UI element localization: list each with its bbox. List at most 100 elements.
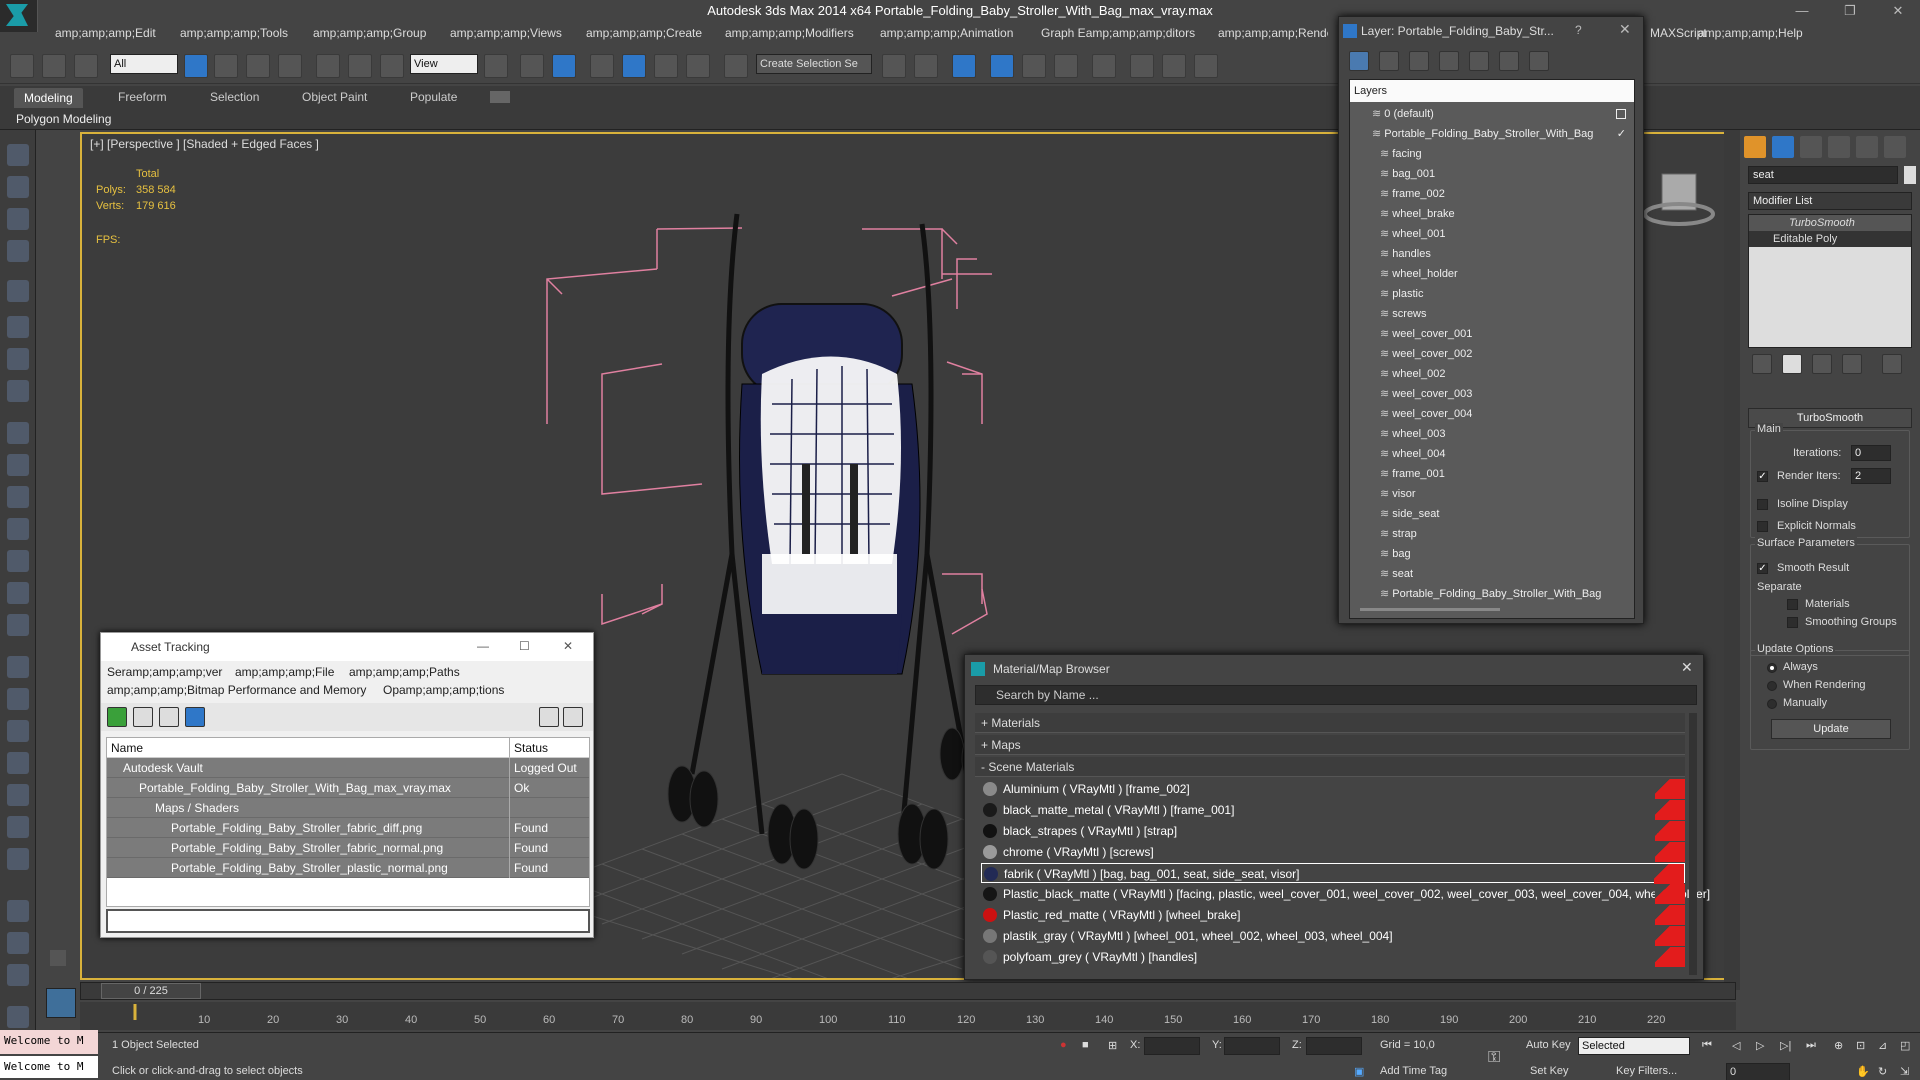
- layer-row[interactable]: ≋ wheel_003: [1350, 424, 1634, 444]
- material-row[interactable]: Plastic_black_matte ( VRayMtl ) [facing,…: [981, 884, 1710, 904]
- torus-icon[interactable]: [7, 486, 29, 508]
- graphite-toolbar-icon[interactable]: [1022, 54, 1046, 78]
- tab-modeling[interactable]: Modeling: [14, 88, 83, 108]
- pin-stack-icon[interactable]: [1752, 354, 1772, 374]
- select-object-icon[interactable]: [184, 54, 208, 78]
- unlink-icon[interactable]: [42, 54, 66, 78]
- render-setup-icon[interactable]: [1162, 54, 1186, 78]
- add-to-layer-icon[interactable]: [1409, 51, 1429, 71]
- update-always-radio[interactable]: [1767, 663, 1777, 673]
- layer-row[interactable]: ≋ strap: [1350, 524, 1634, 544]
- material-editor-icon[interactable]: [1130, 54, 1154, 78]
- material-row[interactable]: plastik_gray ( VRayMtl ) [wheel_001, whe…: [981, 926, 1685, 946]
- document-icon[interactable]: [7, 1006, 29, 1028]
- pan-icon[interactable]: ✋: [1856, 1065, 1870, 1078]
- add-time-tag[interactable]: Add Time Tag: [1380, 1065, 1447, 1077]
- previous-frame-icon[interactable]: ◁: [1732, 1039, 1740, 1052]
- keyboard-shortcut-override-icon[interactable]: [552, 54, 576, 78]
- explicit-normals-checkbox[interactable]: [1757, 521, 1768, 532]
- layer-row[interactable]: ≋ visor: [1350, 484, 1634, 504]
- rotate-icon[interactable]: [348, 54, 372, 78]
- asset-minimize-icon[interactable]: —: [477, 639, 489, 653]
- layer-row[interactable]: ≋ side_seat: [1350, 504, 1634, 524]
- menu-create[interactable]: amp;amp;amp;Create: [586, 26, 702, 40]
- menu-group[interactable]: amp;amp;amp;Group: [313, 26, 426, 40]
- y-coordinate-input[interactable]: [1224, 1037, 1280, 1055]
- sphere-yellow-icon[interactable]: [7, 614, 29, 636]
- layer-row[interactable]: ≋ frame_001: [1350, 464, 1634, 484]
- material-row[interactable]: Plastic_red_matte ( VRayMtl ) [wheel_bra…: [981, 905, 1685, 925]
- separate-smoothing-groups-checkbox[interactable]: [1787, 617, 1798, 628]
- next-frame-icon[interactable]: ▷|: [1780, 1039, 1791, 1052]
- freeze-all-layers-icon[interactable]: [1529, 51, 1549, 71]
- layer-row[interactable]: ≋ wheel_brake: [1350, 204, 1634, 224]
- asset-path-field[interactable]: [106, 909, 590, 933]
- box-icon[interactable]: [7, 422, 29, 444]
- table-view-icon[interactable]: [185, 707, 205, 727]
- show-end-result-icon[interactable]: [1782, 354, 1802, 374]
- plant-icon[interactable]: [7, 784, 29, 806]
- app-logo-icon[interactable]: [0, 0, 38, 32]
- isolate-icon[interactable]: ●: [1060, 1039, 1067, 1051]
- zoom-icon[interactable]: ⊕: [1834, 1039, 1843, 1052]
- camera-icon[interactable]: [7, 176, 29, 198]
- ribbon-options-icon[interactable]: [490, 91, 510, 103]
- asset-col-status[interactable]: Status: [509, 738, 589, 758]
- material-row[interactable]: chrome ( VRayMtl ) [screws]: [981, 842, 1685, 862]
- layers-column-header[interactable]: Layers: [1350, 80, 1634, 102]
- remove-modifier-icon[interactable]: [1842, 354, 1862, 374]
- maps-section[interactable]: + Maps: [975, 735, 1685, 755]
- layer-row[interactable]: ≋ facing: [1350, 144, 1634, 164]
- field-of-view-icon[interactable]: ⊿: [1878, 1039, 1887, 1052]
- menu-animation[interactable]: amp;amp;amp;Animation: [880, 26, 1013, 40]
- align-icon[interactable]: [914, 54, 938, 78]
- maxscript-input[interactable]: Welcome to M: [0, 1056, 98, 1078]
- close-icon[interactable]: ✕: [1878, 0, 1918, 22]
- layer-row[interactable]: ≋ weel_cover_004: [1350, 404, 1634, 424]
- auto-key-button[interactable]: Auto Key: [1526, 1039, 1571, 1051]
- edit-named-selection-icon[interactable]: [724, 54, 748, 78]
- script-icon[interactable]: [7, 932, 29, 954]
- separate-materials-checkbox[interactable]: [1787, 599, 1798, 610]
- tab-selection[interactable]: Selection: [210, 90, 259, 104]
- angle-snap-icon[interactable]: [622, 54, 646, 78]
- stack-item-turbosmooth[interactable]: TurboSmooth: [1749, 215, 1911, 231]
- stack-item-editable-poly[interactable]: Editable Poly: [1749, 231, 1911, 247]
- configure-sets-icon[interactable]: [1882, 354, 1902, 374]
- layer-row[interactable]: ≋ screws: [1350, 304, 1634, 324]
- schematic-view-icon[interactable]: [1092, 54, 1116, 78]
- named-selection-set-dropdown[interactable]: Create Selection Se: [756, 54, 872, 74]
- render-iters-spinner[interactable]: 2: [1851, 468, 1891, 484]
- particles-icon[interactable]: [7, 656, 29, 678]
- material-close-icon[interactable]: ✕: [1681, 659, 1693, 676]
- percent-snap-icon[interactable]: [654, 54, 678, 78]
- modifier-list-dropdown[interactable]: Modifier List: [1748, 192, 1912, 210]
- menu-views[interactable]: amp;amp;amp;Views: [450, 26, 562, 40]
- layer-row[interactable]: ≋ 0 (default): [1350, 104, 1634, 124]
- grid-icon[interactable]: [7, 240, 29, 262]
- help-icon[interactable]: ?: [1575, 23, 1582, 37]
- key-icon[interactable]: ⚿: [1488, 1049, 1500, 1067]
- selection-set-dropdown[interactable]: Selected: [1578, 1037, 1690, 1055]
- asset-row[interactable]: Autodesk Vault Logged Out ...: [107, 758, 589, 795]
- asset-close-icon[interactable]: ✕: [563, 639, 573, 653]
- menu-modifiers[interactable]: amp;amp;amp;Modifiers: [725, 26, 854, 40]
- spinner-snap-icon[interactable]: [686, 54, 710, 78]
- time-slider-thumb[interactable]: 0 / 225: [101, 983, 201, 999]
- menu-tools[interactable]: amp;amp;amp;Tools: [180, 26, 288, 40]
- maximize-icon[interactable]: ❐: [1830, 0, 1870, 22]
- layer-row[interactable]: ≋ plastic: [1350, 284, 1634, 304]
- viewport-label[interactable]: [+] [Perspective ] [Shaded + Edged Faces…: [90, 137, 319, 151]
- select-objects-in-layer-icon[interactable]: [1439, 51, 1459, 71]
- bind-space-warp-icon[interactable]: [74, 54, 98, 78]
- teapot-primitive-icon[interactable]: [7, 518, 29, 540]
- time-slider[interactable]: 0 / 225: [80, 982, 1736, 1000]
- timeline-track[interactable]: 10 20 30 40 50 60 70 80 90 100 110 120 130 140 150 160 1…: [80, 1002, 1736, 1030]
- asset-menu-server[interactable]: Seramp;amp;amp;ver: [107, 665, 222, 679]
- material-row[interactable]: polyfoam_grey ( VRayMtl ) [handles]: [981, 947, 1685, 967]
- refresh-icon[interactable]: [107, 707, 127, 727]
- light-bulb-icon[interactable]: [7, 280, 29, 302]
- layer-scrollbar[interactable]: [1360, 608, 1500, 611]
- layer-row[interactable]: ≋ weel_cover_003: [1350, 384, 1634, 404]
- globe-icon[interactable]: [7, 752, 29, 774]
